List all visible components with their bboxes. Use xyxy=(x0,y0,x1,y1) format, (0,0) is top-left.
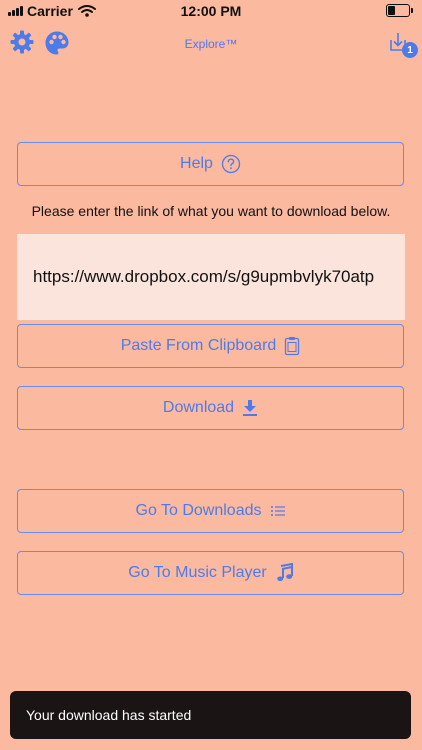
go-to-downloads-label: Go To Downloads xyxy=(135,502,262,519)
go-to-music-player-label: Go To Music Player xyxy=(128,564,267,581)
paste-clipboard-label: Paste From Clipboard xyxy=(120,337,277,354)
status-bar: Carrier 12:00 PM xyxy=(0,0,422,22)
help-button[interactable]: Help xyxy=(17,142,404,186)
downloads-tray-button[interactable]: 1 xyxy=(388,32,418,58)
battery-icon xyxy=(386,4,413,17)
status-time: 12:00 PM xyxy=(180,3,242,19)
list-icon xyxy=(270,504,286,518)
nav-bar: Explore™ 1 xyxy=(0,26,422,62)
music-note-icon xyxy=(275,563,293,583)
toast-message: Your download has started xyxy=(26,707,192,723)
toast-notification: Your download has started xyxy=(10,691,411,739)
help-button-label: Help xyxy=(180,155,213,172)
download-button-label: Download xyxy=(162,399,235,416)
help-circle-icon xyxy=(221,154,241,174)
go-to-downloads-button[interactable]: Go To Downloads xyxy=(17,489,404,533)
instruction-text: Please enter the link of what you want t… xyxy=(31,203,391,219)
paste-clipboard-button[interactable]: Paste From Clipboard xyxy=(17,324,404,368)
nav-title: Explore™ xyxy=(184,37,238,51)
battery-fill xyxy=(388,6,395,15)
download-arrow-icon xyxy=(242,399,258,417)
url-input[interactable]: https://www.dropbox.com/s/g9upmbvlyk70at… xyxy=(17,234,405,320)
download-count-label: 1 xyxy=(407,44,413,56)
go-to-music-player-button[interactable]: Go To Music Player xyxy=(17,551,404,595)
clipboard-icon xyxy=(284,336,300,356)
download-count-badge: 1 xyxy=(402,42,418,58)
download-button[interactable]: Download xyxy=(17,386,404,430)
